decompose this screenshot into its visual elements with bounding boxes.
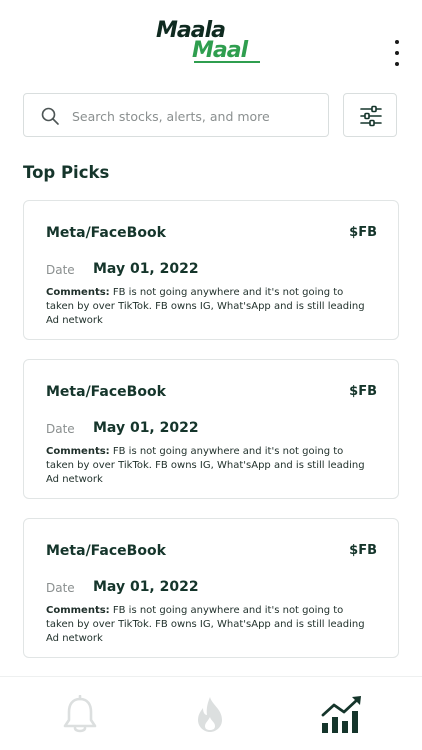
nav-top-picks[interactable]: [320, 695, 364, 735]
stock-card[interactable]: Meta/FaceBook $FB Date May 01, 2022 Comm…: [23, 359, 399, 499]
logo-text-bottom: Maal: [192, 38, 248, 63]
comments-label: Comments:: [46, 446, 110, 457]
stock-ticker: $FB: [349, 225, 377, 240]
comments-text: Comments: FB is not going anywhere and i…: [46, 445, 366, 487]
search-input[interactable]: [72, 104, 317, 128]
stock-ticker: $FB: [349, 384, 377, 399]
comments-label: Comments:: [46, 287, 110, 298]
stock-name: Meta/FaceBook: [46, 384, 166, 400]
stock-name: Meta/FaceBook: [46, 225, 166, 241]
date-label: Date: [46, 263, 75, 277]
search-bar[interactable]: [23, 93, 329, 137]
nav-trending[interactable]: [190, 695, 234, 735]
maala-maal-logo: Maala Maal: [156, 18, 268, 66]
nav-alerts[interactable]: [60, 695, 104, 735]
stock-card[interactable]: Meta/FaceBook $FB Date May 01, 2022 Comm…: [23, 200, 399, 340]
date-value: May 01, 2022: [93, 420, 199, 436]
bottom-navigation: [0, 676, 422, 750]
date-value: May 01, 2022: [93, 261, 199, 277]
section-title-top-picks: Top Picks: [23, 163, 110, 182]
stock-card[interactable]: Meta/FaceBook $FB Date May 01, 2022 Comm…: [23, 518, 399, 658]
date-label: Date: [46, 581, 75, 595]
stock-name: Meta/FaceBook: [46, 543, 166, 559]
date-label: Date: [46, 422, 75, 436]
stock-ticker: $FB: [349, 543, 377, 558]
date-value: May 01, 2022: [93, 579, 199, 595]
filter-button[interactable]: [343, 93, 397, 137]
logo-stripe: [194, 61, 260, 63]
comments-text: Comments: FB is not going anywhere and i…: [46, 604, 366, 646]
more-vertical-icon[interactable]: [388, 40, 406, 66]
search-icon: [40, 106, 60, 126]
comments-label: Comments:: [46, 605, 110, 616]
app-header: Maala Maal: [0, 0, 422, 80]
comments-text: Comments: FB is not going anywhere and i…: [46, 286, 366, 328]
